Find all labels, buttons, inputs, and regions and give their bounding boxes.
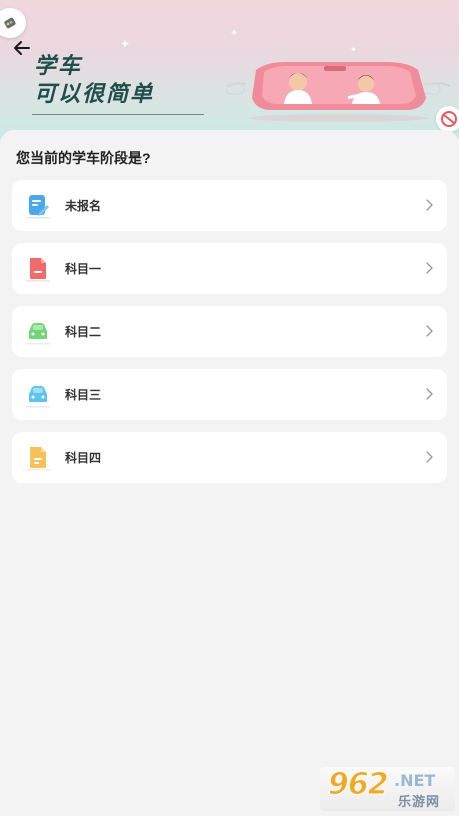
question-title: 您当前的学车阶段是? bbox=[16, 150, 151, 166]
no-entry-sign-icon bbox=[436, 106, 459, 132]
sparkle-icon: ✦ bbox=[120, 37, 131, 51]
slogan-line-2: 可以很简单 bbox=[34, 82, 155, 107]
watermark-domain: .NET bbox=[394, 771, 436, 790]
header-banner: ✦ ✦ ✦ 学车 可以很简单 bbox=[0, 0, 459, 150]
form-edit-icon bbox=[26, 195, 50, 219]
stage-item-subject-two[interactable]: 科目二 bbox=[12, 306, 447, 357]
document-icon bbox=[26, 258, 50, 282]
watermark-subtitle: 乐游网 bbox=[398, 794, 441, 809]
document-icon bbox=[26, 447, 50, 471]
app-screen: ✦ ✦ ✦ 学车 可以很简单 您当前的学车阶段是? 未报名 科目一 科目二 科目… bbox=[0, 0, 459, 816]
chevron-right-icon bbox=[426, 451, 433, 463]
stage-list: 未报名 科目一 科目二 科目三 科目四 bbox=[12, 180, 447, 495]
chevron-right-icon bbox=[426, 262, 433, 274]
arrow-left-icon bbox=[14, 41, 30, 55]
stage-item-subject-four[interactable]: 科目四 bbox=[12, 432, 447, 483]
car-icon bbox=[26, 386, 50, 408]
chevron-right-icon bbox=[426, 199, 433, 211]
stage-label: 科目三 bbox=[65, 388, 102, 402]
chevron-right-icon bbox=[426, 325, 433, 337]
stage-item-subject-one[interactable]: 科目一 bbox=[12, 243, 447, 294]
stage-item-not-registered[interactable]: 未报名 bbox=[12, 180, 447, 231]
car-illustration bbox=[226, 62, 451, 122]
content-sheet: 您当前的学车阶段是? 未报名 科目一 科目二 科目三 科目四 bbox=[0, 130, 459, 816]
stage-label: 科目二 bbox=[65, 325, 102, 339]
chevron-right-icon bbox=[426, 388, 433, 400]
stage-label: 科目四 bbox=[65, 451, 102, 465]
slogan-underline bbox=[32, 114, 204, 115]
sparkle-icon: ✦ bbox=[350, 45, 357, 54]
stage-label: 未报名 bbox=[65, 199, 102, 213]
car-icon bbox=[26, 323, 50, 345]
slogan-line-1: 学车 bbox=[34, 54, 83, 79]
watermark-number: 962 bbox=[328, 767, 390, 803]
back-button[interactable] bbox=[8, 36, 36, 60]
watermark-logo: 962 .NET 乐游网 bbox=[320, 767, 455, 811]
stage-label: 科目一 bbox=[65, 262, 102, 276]
slogan: 学车 可以很简单 bbox=[32, 54, 204, 115]
traffic-light-icon bbox=[0, 8, 26, 38]
sparkle-icon: ✦ bbox=[230, 28, 239, 39]
stage-item-subject-three[interactable]: 科目三 bbox=[12, 369, 447, 420]
